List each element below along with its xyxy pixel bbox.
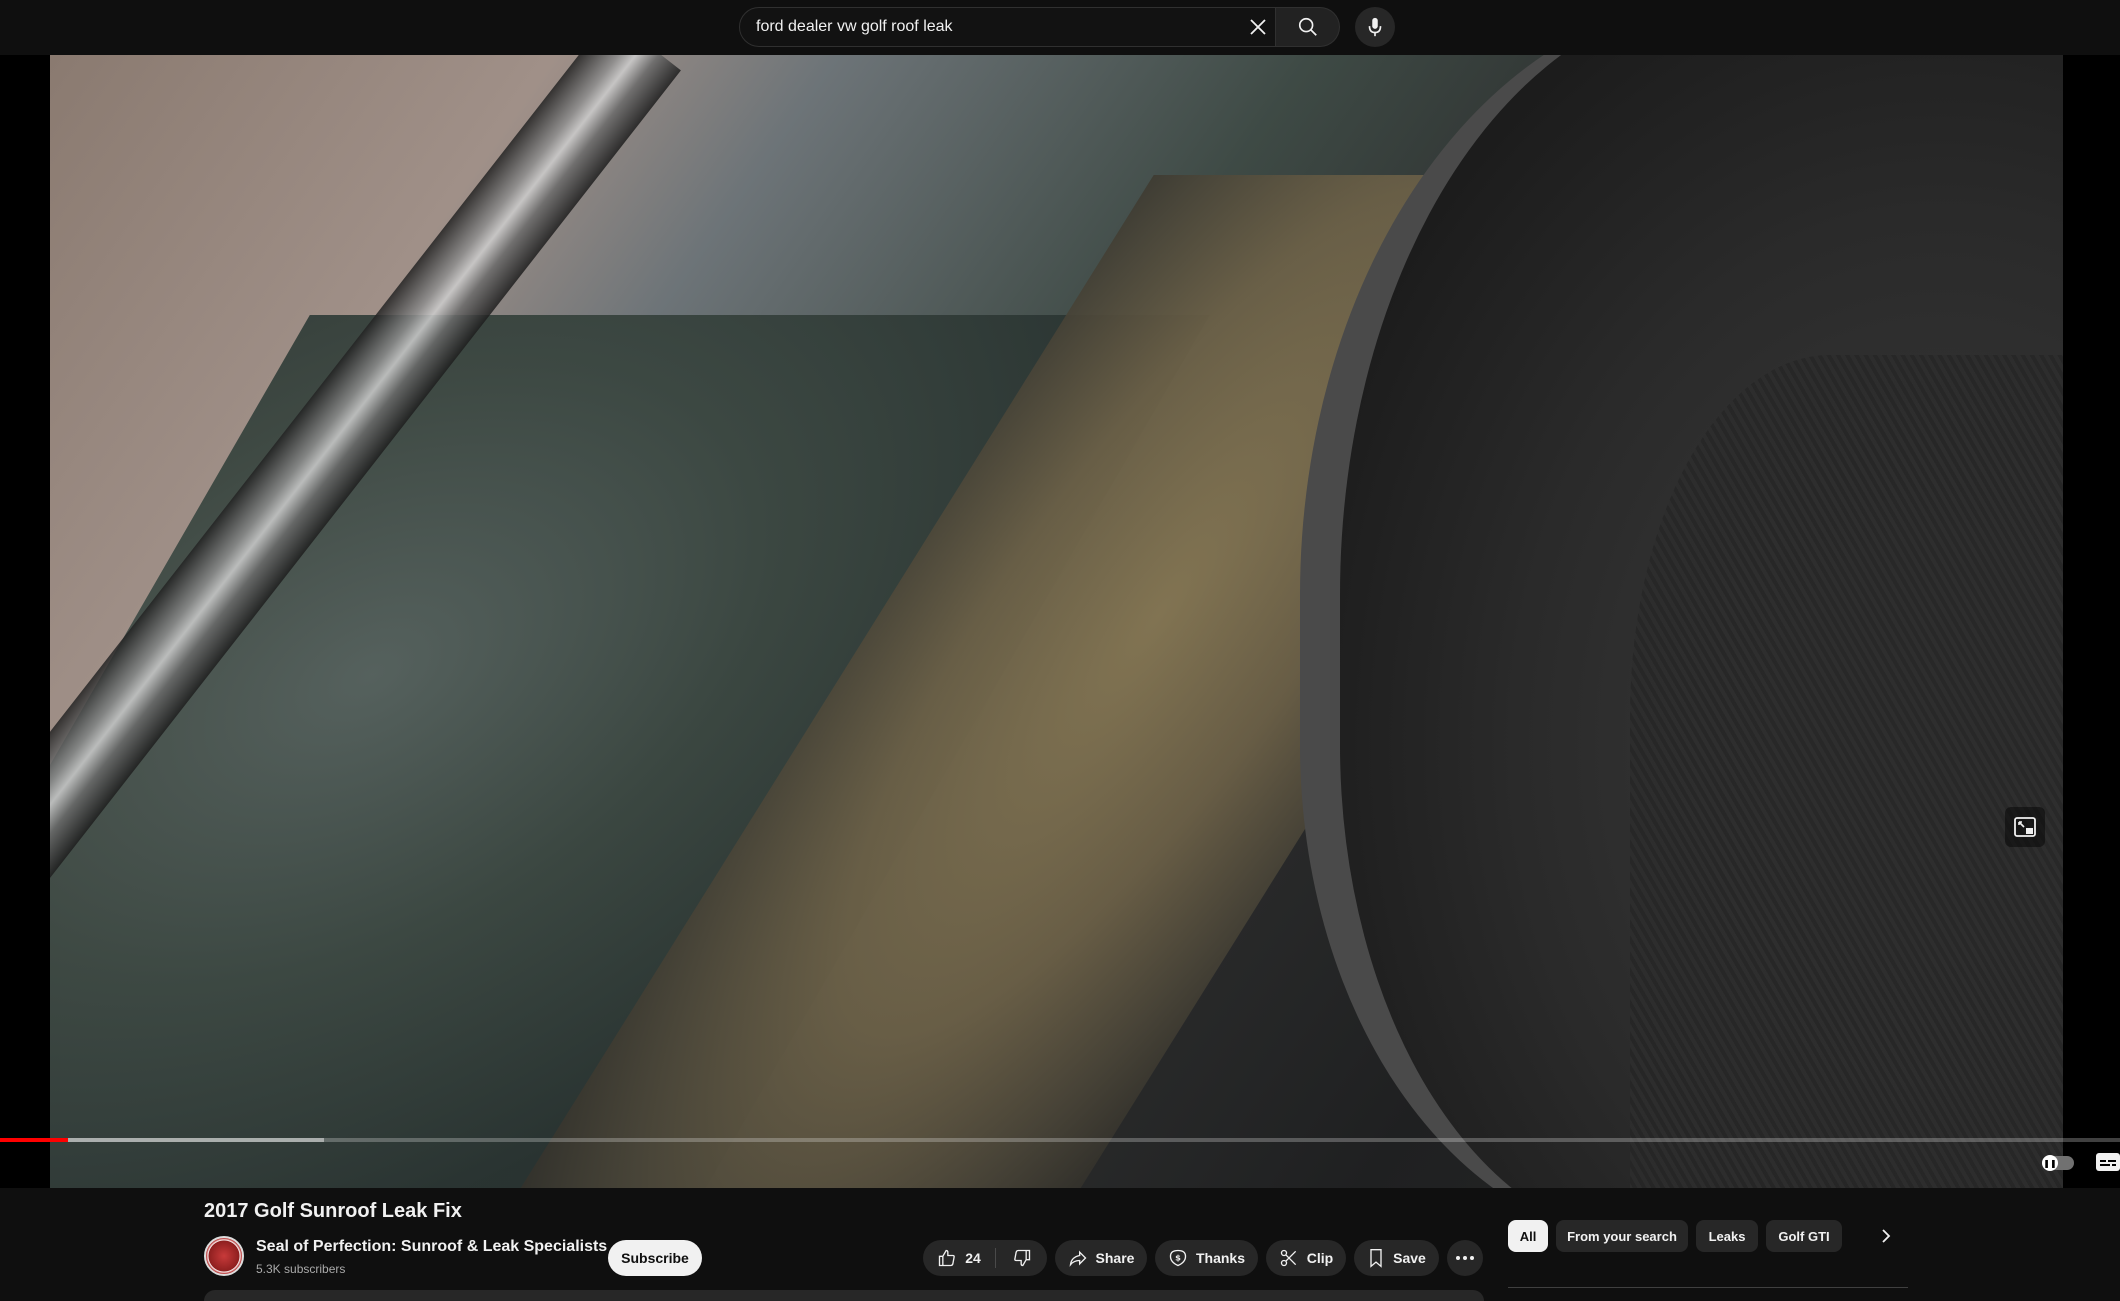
thumbs-up-icon [939,1249,956,1267]
pause-icon: ❚❚ [2042,1155,2058,1171]
video-frame[interactable] [50,55,2063,1188]
video-title: 2017 Golf Sunroof Leak Fix [204,1200,462,1222]
like-dislike-group: 24 [923,1240,1047,1276]
progress-bar[interactable] [0,1138,2120,1142]
chip-from-your-search[interactable]: From your search [1556,1220,1688,1252]
thumbs-down-icon [1013,1249,1030,1267]
like-button[interactable]: 24 [923,1240,995,1276]
share-button[interactable]: Share [1055,1240,1147,1276]
thanks-icon: $ [1169,1249,1187,1267]
masthead [0,0,2120,55]
miniplayer-icon [2014,817,2036,837]
save-button[interactable]: Save [1354,1240,1439,1276]
like-count: 24 [965,1250,981,1266]
chips-next-button[interactable] [1870,1220,1902,1252]
channel-name[interactable]: Seal of Perfection: Sunroof & Leak Speci… [256,1238,607,1256]
chip-all[interactable]: All [1508,1220,1548,1252]
clear-search-button[interactable] [1246,12,1270,42]
description-box[interactable] [204,1290,1484,1301]
search-button[interactable] [1276,7,1340,47]
chevron-right-icon [1882,1229,1891,1243]
share-icon [1069,1250,1086,1267]
voice-search-button[interactable] [1355,7,1395,47]
more-actions-button[interactable] [1447,1240,1483,1276]
progress-played [0,1138,68,1142]
clip-label: Clip [1306,1250,1334,1266]
captions-button[interactable] [2096,1153,2120,1171]
share-label: Share [1095,1250,1135,1266]
dislike-button[interactable] [996,1240,1047,1276]
channel-avatar[interactable] [204,1236,244,1276]
autoplay-toggle[interactable]: ❚❚ [2042,1155,2074,1171]
search-input[interactable] [756,8,1226,46]
subscribe-button[interactable]: Subscribe [608,1240,702,1276]
svg-text:$: $ [1175,1253,1181,1263]
related-divider [1508,1287,1908,1288]
search-icon [1298,17,1317,36]
miniplayer-button[interactable] [2005,807,2045,847]
captions-icon [2096,1153,2120,1171]
scissors-icon [1280,1249,1296,1267]
clip-button[interactable]: Clip [1266,1240,1346,1276]
close-icon [1250,19,1266,35]
bookmark-icon [1370,1249,1382,1268]
video-player[interactable]: ❚❚ [0,55,2120,1188]
more-horizontal-icon [1456,1256,1474,1260]
search-box[interactable] [739,7,1276,47]
thanks-button[interactable]: $ Thanks [1155,1240,1258,1276]
video-mesh-area [1630,355,2063,1188]
mic-icon [1368,17,1382,37]
save-label: Save [1393,1250,1426,1266]
chip-leaks[interactable]: Leaks [1696,1220,1758,1252]
chip-golf-gti[interactable]: Golf GTI [1766,1220,1842,1252]
thanks-label: Thanks [1195,1250,1245,1266]
subscriber-count: 5.3K subscribers [256,1262,346,1276]
